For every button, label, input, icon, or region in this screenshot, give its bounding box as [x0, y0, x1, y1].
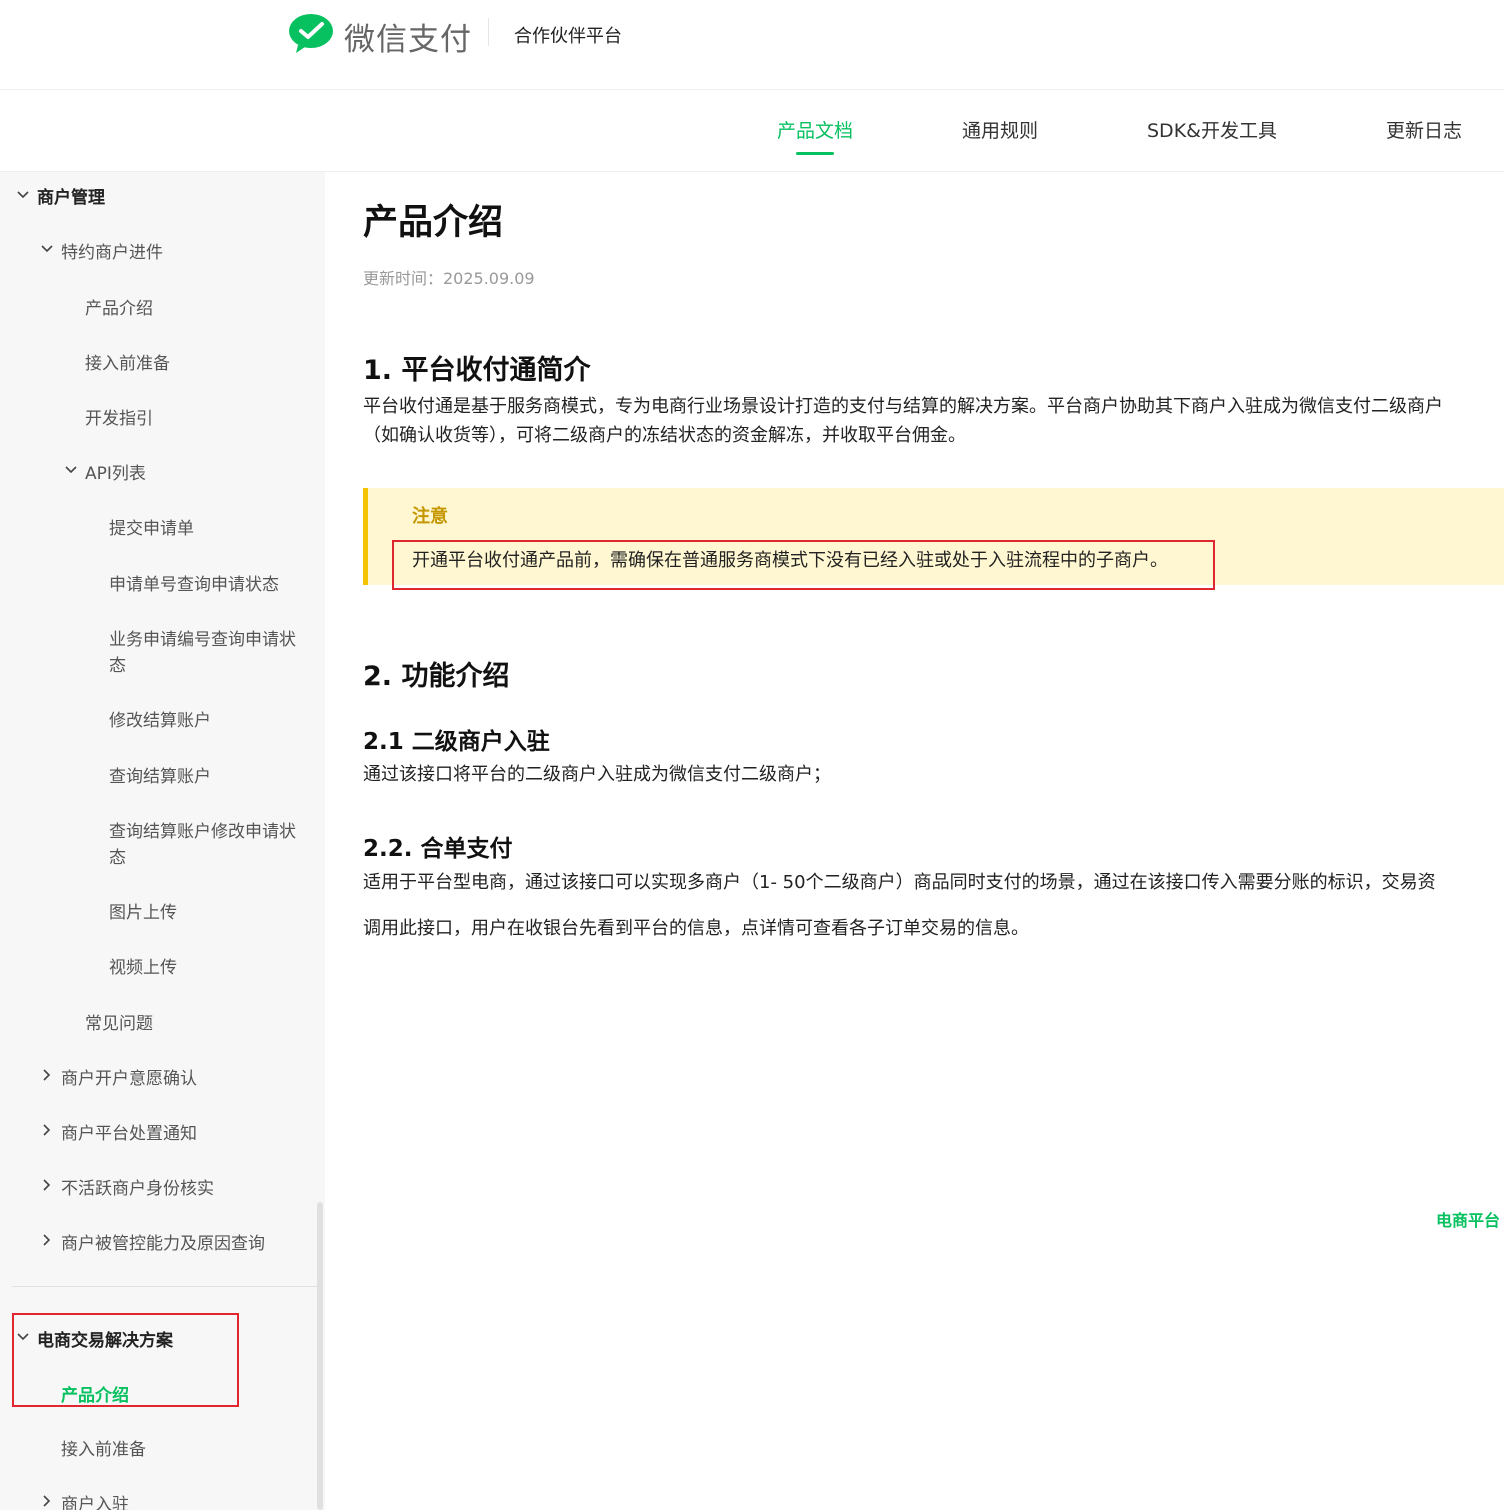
onboarding-paragraph: 通过该接口将平台的二级商户入驻成为微信支付二级商户；: [363, 764, 831, 785]
chevron-right-icon[interactable]: [40, 1123, 54, 1137]
sidebar-item-platform-disposal-notice[interactable]: 商户平台处置通知: [61, 1119, 197, 1144]
sidebar-item-api-list[interactable]: API列表: [85, 459, 146, 484]
intro-paragraph-line2: （如确认收货等），可将二级商户的冻结状态的资金解冻，并收取平台佣金。: [363, 425, 966, 446]
sidebar-item-query-settlement-account[interactable]: 查询结算账户: [109, 762, 211, 787]
sidebar-item-faq[interactable]: 常见问题: [85, 1009, 153, 1034]
chevron-right-icon[interactable]: [40, 1178, 54, 1192]
ecommerce-platform-link[interactable]: 电商平台: [1436, 1207, 1500, 1231]
intro-paragraph-line1: 平台收付通是基于服务商模式，专为电商行业场景设计打造的支付与结算的解决方案。平台…: [363, 396, 1443, 417]
sidebar-item-product-intro[interactable]: 产品介绍: [85, 294, 153, 319]
sidebar-item-video-upload[interactable]: 视频上传: [109, 953, 177, 978]
sidebar-item-label: 态: [109, 656, 126, 676]
combined-payment-paragraph: 适用于平台型电商，通过该接口可以实现多商户（1- 50个二级商户）商品同时支付的…: [363, 872, 1436, 893]
subsection-heading-combined-payment: 2.2. 合单支付: [363, 836, 513, 862]
sidebar-item-image-upload[interactable]: 图片上传: [109, 898, 177, 923]
chevron-right-icon[interactable]: [40, 1494, 54, 1508]
sidebar-divider: [12, 1286, 318, 1287]
highlight-box: [12, 1313, 239, 1407]
chevron-down-icon[interactable]: [16, 188, 30, 202]
sidebar-item-special-merchant-onboarding[interactable]: 特约商户进件: [61, 238, 163, 263]
sidebar-item-merchant-onboarding[interactable]: 商户入驻: [61, 1490, 129, 1510]
main-nav: 产品文档 通用规则 SDK&开发工具 更新日志: [0, 90, 1504, 172]
chevron-down-icon[interactable]: [64, 463, 78, 477]
active-tab-indicator: [796, 152, 834, 155]
highlight-box: [392, 540, 1215, 590]
top-header: 微信支付 合作伙伴平台: [0, 0, 1504, 90]
sidebar-item-inactive-merchant-verify[interactable]: 不活跃商户身份核实: [61, 1174, 214, 1199]
sidebar-item-modify-settlement-account[interactable]: 修改结算账户: [109, 706, 211, 731]
tab-changelog[interactable]: 更新日志: [1386, 116, 1462, 143]
sidebar-item-submit-application[interactable]: 提交申请单: [109, 514, 194, 539]
page-title: 产品介绍: [363, 203, 504, 243]
sidebar-item-label: 态: [109, 848, 126, 868]
sidebar-item-label: 业务申请编号查询申请状: [109, 630, 296, 650]
sidebar-item-query-by-application-id[interactable]: 申请单号查询申请状态: [109, 570, 279, 595]
subsection-heading-onboarding: 2.1 二级商户入驻: [363, 729, 550, 755]
chevron-down-icon[interactable]: [40, 242, 54, 256]
header-divider: [488, 18, 489, 46]
section-heading-features: 2. 功能介绍: [363, 661, 510, 692]
sidebar-scrollbar[interactable]: [317, 1202, 323, 1510]
tab-sdk-tools[interactable]: SDK&开发工具: [1147, 116, 1277, 143]
sidebar-item-label: 查询结算账户修改申请状: [109, 822, 296, 842]
brand-name[interactable]: 微信支付: [344, 14, 472, 59]
tab-general-rules[interactable]: 通用规则: [962, 116, 1038, 143]
combined-payment-paragraph-2: 调用此接口，用户在收银台先看到平台的信息，点详情可查看各子订单交易的信息。: [363, 918, 1029, 939]
chevron-right-icon[interactable]: [40, 1233, 54, 1247]
tab-product-docs[interactable]: 产品文档: [777, 116, 853, 143]
notice-title: 注意: [412, 506, 448, 527]
sidebar: 商户管理 特约商户进件 产品介绍 接入前准备 开发指引 API列表 提交申请单 …: [0, 172, 325, 1510]
sidebar-item-merchant-management[interactable]: 商户管理: [37, 183, 105, 208]
sidebar-item-controlled-ability-query[interactable]: 商户被管控能力及原因查询: [61, 1229, 265, 1254]
wechat-pay-logo-icon[interactable]: [288, 12, 334, 54]
sidebar-item-ecommerce-preparation[interactable]: 接入前准备: [61, 1435, 146, 1460]
sidebar-item-dev-guide[interactable]: 开发指引: [85, 404, 153, 429]
update-time: 更新时间：2025.09.09: [363, 269, 535, 288]
sidebar-item-account-intent-confirm[interactable]: 商户开户意愿确认: [61, 1064, 197, 1089]
sidebar-item-preparation[interactable]: 接入前准备: [85, 349, 170, 374]
main-content: 产品介绍 更新时间：2025.09.09 1. 平台收付通简介 平台收付通是基于…: [326, 172, 1504, 1510]
partner-platform-label[interactable]: 合作伙伴平台: [514, 22, 622, 48]
chevron-right-icon[interactable]: [40, 1068, 54, 1082]
section-heading-intro: 1. 平台收付通简介: [363, 355, 591, 386]
